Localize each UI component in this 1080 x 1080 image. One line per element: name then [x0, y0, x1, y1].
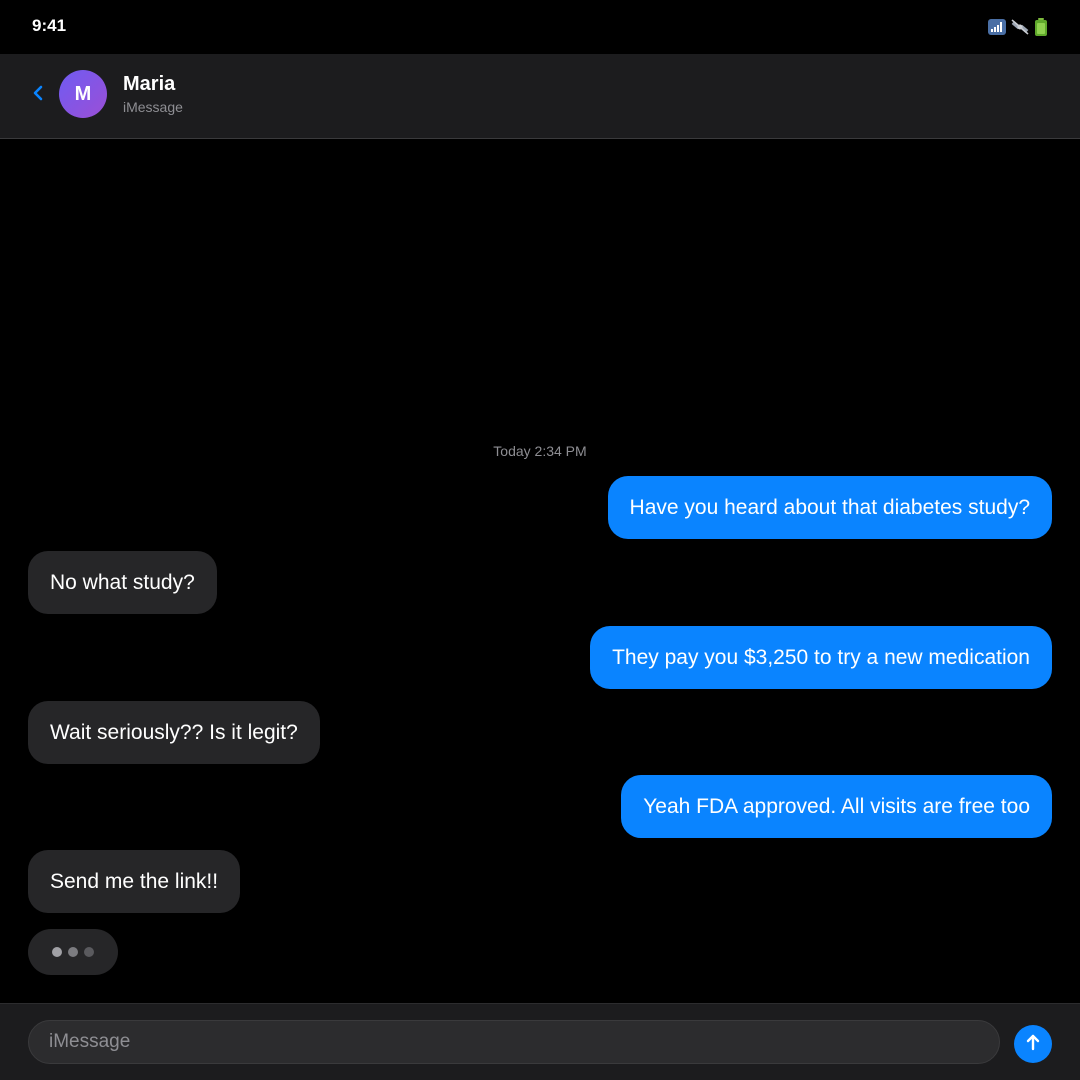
arrow-up-icon — [1025, 1033, 1041, 1056]
conversation-timestamp: Today 2:34 PM — [493, 443, 587, 459]
received-message-bubble[interactable]: Send me the link!! — [28, 850, 241, 913]
sent-message-bubble[interactable]: They pay you $3,250 to try a new medicat… — [590, 626, 1052, 689]
battery-icon — [1034, 18, 1048, 41]
cellular-signal-icon — [988, 19, 1006, 40]
contact-subtitle: iMessage — [123, 99, 183, 115]
received-message-bubble[interactable]: No what study? — [28, 551, 217, 614]
typing-dot — [84, 947, 94, 957]
received-message-bubble[interactable]: Wait seriously?? Is it legit? — [28, 701, 320, 764]
message-input[interactable] — [28, 1020, 1000, 1064]
typing-dot — [68, 947, 78, 957]
status-icons — [988, 18, 1048, 41]
satellite-icon — [1010, 18, 1030, 41]
conversation-header: M Maria iMessage — [0, 54, 1080, 139]
sent-message-bubble[interactable]: Have you heard about that diabetes study… — [607, 476, 1052, 539]
typing-dot — [52, 947, 62, 957]
send-button[interactable] — [1014, 1025, 1052, 1063]
typing-indicator — [28, 929, 118, 975]
status-time: 9:41 — [32, 16, 67, 35]
back-button[interactable] — [26, 80, 50, 110]
contact-name[interactable]: Maria — [123, 73, 175, 96]
chevron-left-icon — [32, 83, 44, 108]
sent-message-bubble[interactable]: Yeah FDA approved. All visits are free t… — [621, 775, 1052, 838]
status-bar: 9:41 — [0, 0, 1080, 54]
avatar[interactable]: M — [59, 70, 107, 118]
composer-bar — [0, 1003, 1080, 1080]
